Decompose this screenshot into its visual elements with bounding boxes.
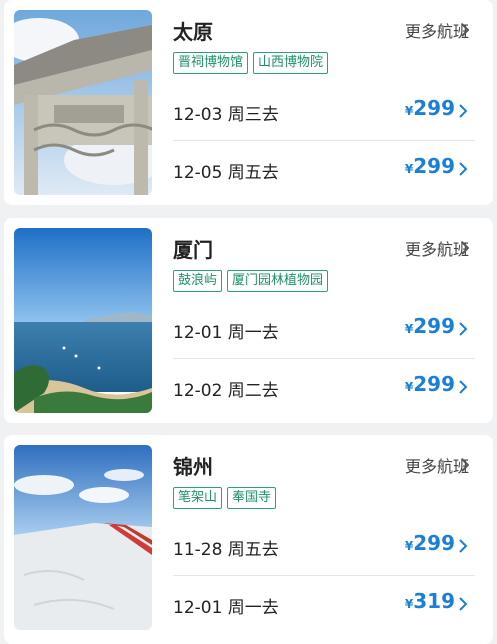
chevron-right-icon[interactable] <box>461 458 473 472</box>
price-value: 299 <box>413 154 455 178</box>
attraction-tags: 鼓浪屿 厦门园林植物园 <box>173 270 329 292</box>
more-flights-link[interactable]: 更多航班 <box>405 236 469 260</box>
currency-symbol: ¥ <box>404 539 414 553</box>
archway-photo <box>14 10 152 195</box>
attraction-tag[interactable]: 奉国寺 <box>227 487 277 509</box>
chevron-right-icon <box>459 162 471 176</box>
flight-price: ¥299 <box>405 154 455 178</box>
price-value: 299 <box>413 96 455 120</box>
city-name: 太原 <box>173 20 213 44</box>
chevron-right-icon[interactable] <box>461 23 473 37</box>
more-flights-label: 更多航班 <box>404 240 469 259</box>
more-flights-label: 更多航班 <box>404 22 469 41</box>
more-flights-label: 更多航班 <box>404 457 469 476</box>
flight-date: 12-01 周一去 <box>173 598 279 618</box>
attraction-tags: 晋祠博物馆 山西博物院 <box>173 52 329 74</box>
flight-price: ¥299 <box>405 531 455 555</box>
destination-card-jinzhou[interactable]: 锦州 更多航班 笔架山 奉国寺 11-28 周五去 ¥299 12-01 周一去… <box>4 435 493 644</box>
flight-date: 12-05 周五去 <box>173 163 279 183</box>
city-name: 厦门 <box>173 238 213 262</box>
more-flights-link[interactable]: 更多航班 <box>405 453 469 477</box>
destination-card-xiamen[interactable]: 厦门 更多航班 鼓浪屿 厦门园林植物园 12-01 周一去 ¥299 12-02… <box>4 218 493 423</box>
attraction-tag[interactable]: 笔架山 <box>173 487 223 509</box>
chevron-right-icon <box>459 322 471 336</box>
currency-symbol: ¥ <box>404 162 414 176</box>
currency-symbol: ¥ <box>404 104 414 118</box>
flight-price: ¥319 <box>405 589 455 613</box>
flight-price: ¥299 <box>405 314 455 338</box>
flight-date: 12-01 周一去 <box>173 323 279 343</box>
attraction-tag[interactable]: 山西博物院 <box>253 52 329 74</box>
currency-symbol: ¥ <box>404 597 414 611</box>
flight-price: ¥299 <box>405 372 455 396</box>
attraction-tags: 笔架山 奉国寺 <box>173 487 277 509</box>
flight-date: 11-28 周五去 <box>173 540 279 560</box>
flight-row[interactable]: 12-02 周二去 ¥299 <box>173 358 475 416</box>
attraction-tag[interactable]: 鼓浪屿 <box>173 270 223 292</box>
chevron-right-icon <box>459 380 471 394</box>
flight-row[interactable]: 12-01 周一去 ¥319 <box>173 575 475 633</box>
destination-card-taiyuan[interactable]: 太原 更多航班 晋祠博物馆 山西博物院 12-03 周三去 ¥299 12-05… <box>4 0 493 205</box>
chevron-right-icon <box>459 597 471 611</box>
price-value: 299 <box>413 314 455 338</box>
ski-slope-photo <box>14 445 152 630</box>
flight-row[interactable]: 12-05 周五去 ¥299 <box>173 140 475 198</box>
flight-row[interactable]: 12-03 周三去 ¥299 <box>173 82 475 140</box>
flight-row[interactable]: 12-01 周一去 ¥299 <box>173 300 475 358</box>
attraction-tag[interactable]: 厦门园林植物园 <box>227 270 329 292</box>
currency-symbol: ¥ <box>404 322 414 336</box>
flight-date: 12-02 周二去 <box>173 381 279 401</box>
currency-symbol: ¥ <box>404 380 414 394</box>
price-value: 319 <box>413 589 455 613</box>
destination-photo[interactable] <box>14 445 152 630</box>
destination-photo[interactable] <box>14 10 152 195</box>
city-name: 锦州 <box>173 455 213 479</box>
chevron-right-icon <box>459 539 471 553</box>
attraction-tag[interactable]: 晋祠博物馆 <box>173 52 249 74</box>
chevron-right-icon <box>459 104 471 118</box>
chevron-right-icon[interactable] <box>461 241 473 255</box>
price-value: 299 <box>413 372 455 396</box>
more-flights-link[interactable]: 更多航班 <box>405 18 469 42</box>
destination-photo[interactable] <box>14 228 152 413</box>
coastline-photo <box>14 228 152 413</box>
flight-row[interactable]: 11-28 周五去 ¥299 <box>173 517 475 575</box>
flight-price: ¥299 <box>405 96 455 120</box>
flight-date: 12-03 周三去 <box>173 105 279 125</box>
price-value: 299 <box>413 531 455 555</box>
